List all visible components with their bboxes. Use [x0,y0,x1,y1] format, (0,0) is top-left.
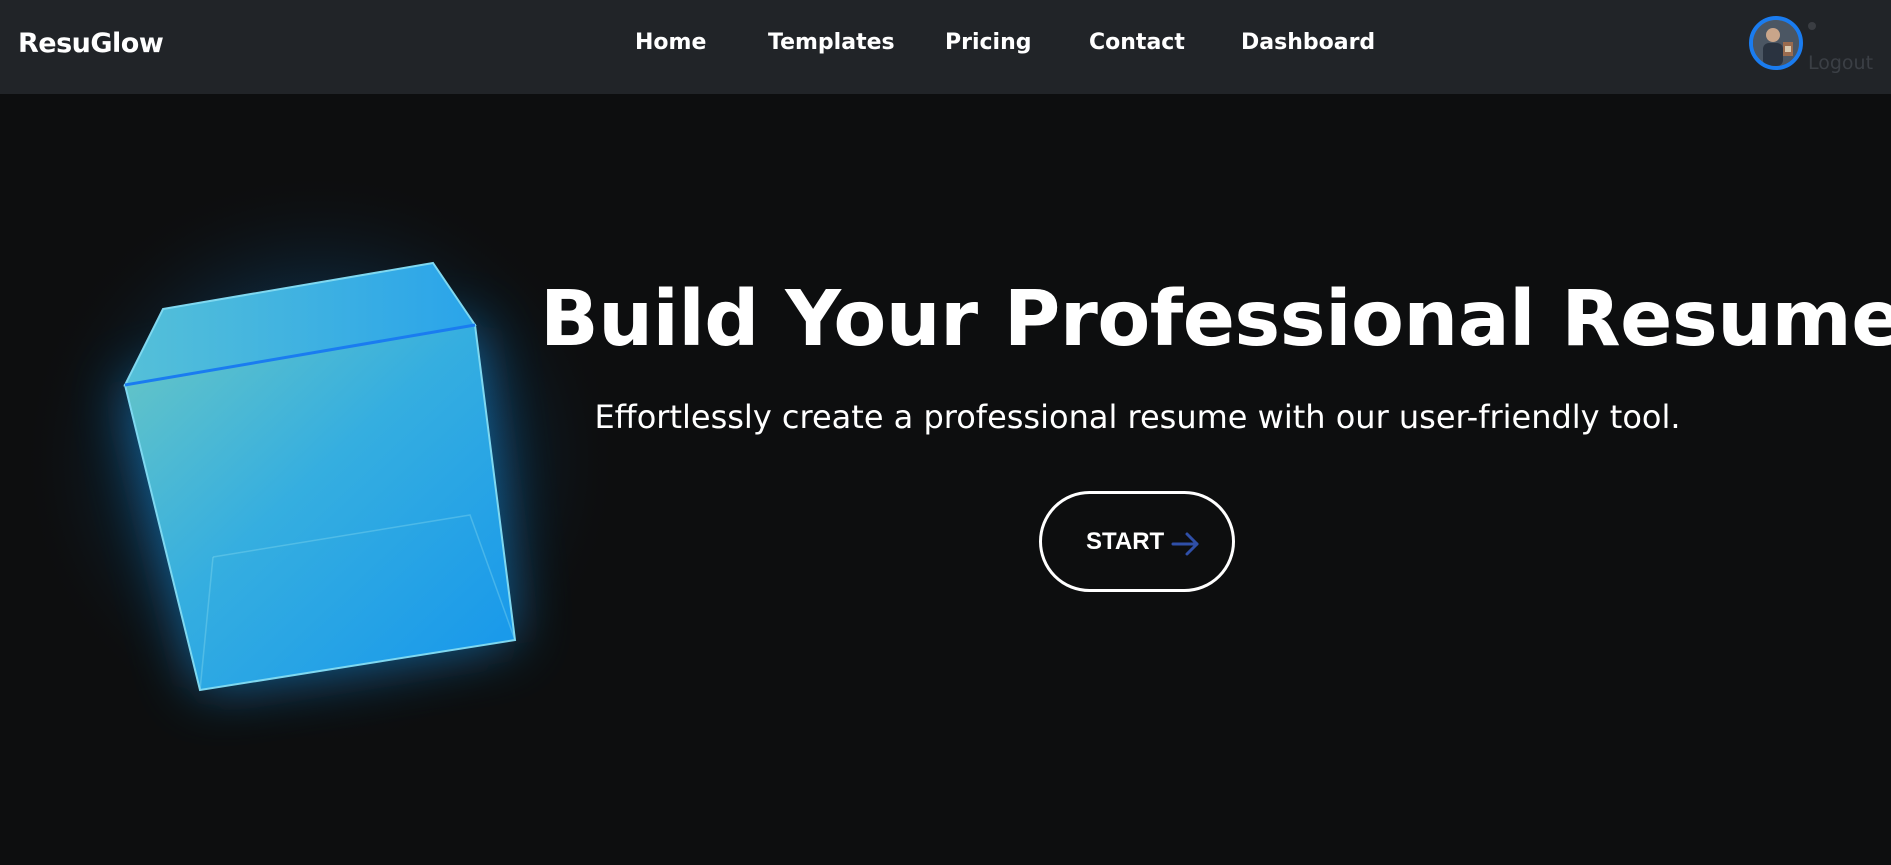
nav-templates[interactable]: Templates [768,30,895,55]
hero-subtitle: Effortlessly create a professional resum… [594,398,1681,436]
start-button[interactable]: START [1039,491,1235,592]
start-button-label: START [1086,528,1165,555]
user-avatar[interactable] [1749,16,1803,70]
hero-cube-graphic [0,160,640,760]
nav-pricing[interactable]: Pricing [945,30,1032,55]
arrow-right-icon [1170,530,1202,561]
avatar-photo-icon [1753,20,1799,66]
nav-home[interactable]: Home [635,30,706,55]
nav-contact[interactable]: Contact [1089,30,1185,55]
top-navbar: ResuGlow Home Templates Pricing Contact … [0,0,1891,94]
brand-logo[interactable]: ResuGlow [18,28,164,59]
hero-title: Build Your Professional Resume [540,275,1891,364]
glowing-cube-icon [20,170,620,750]
logout-link[interactable]: Logout [1808,52,1873,74]
status-dot-icon [1808,22,1816,30]
nav-dashboard[interactable]: Dashboard [1241,30,1375,55]
